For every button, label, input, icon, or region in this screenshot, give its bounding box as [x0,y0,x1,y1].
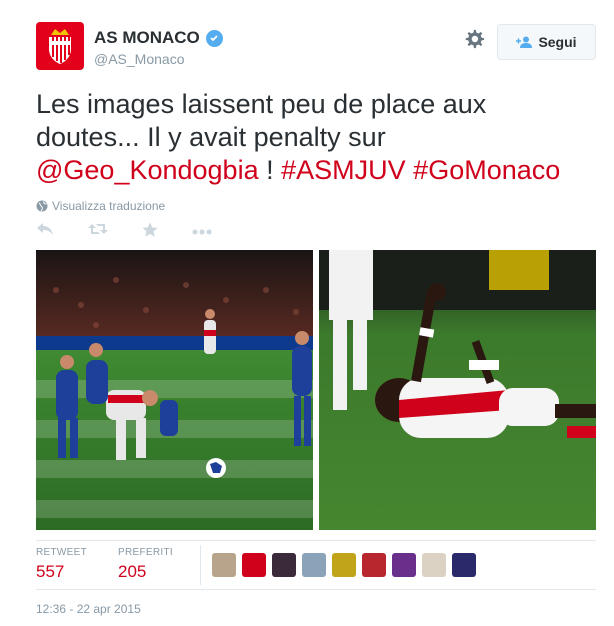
globe-icon [36,200,48,212]
retweet-count: 557 [36,562,65,581]
hashtag-link-asmjuv[interactable]: #ASMJUV [281,155,406,185]
avatar[interactable] [452,553,476,577]
translate-link[interactable]: Visualizza traduzione [36,199,165,213]
translate-label: Visualizza traduzione [52,199,166,213]
follow-person-icon [516,36,533,48]
favorite-icon[interactable] [142,222,164,242]
tweet-text-line-3: @Geo_Kondogbia ! #ASMJUV #GoMonaco [36,154,596,187]
tweet-text-line-2: doutes... Il y avait penalty sur [36,122,386,152]
account-handle[interactable]: @AS_Monaco [94,51,223,67]
favorite-stat[interactable]: PREFERITI 205 [118,547,173,582]
retweet-stat[interactable]: RETWEET 557 [36,547,87,582]
favorite-label: PREFERITI [118,547,173,558]
avatar[interactable] [212,553,236,577]
account-name[interactable]: AS MONACO [94,28,200,48]
follow-label: Segui [538,34,577,50]
monaco-crest-icon [49,29,71,64]
avatar[interactable] [422,553,446,577]
gear-icon[interactable] [463,28,487,52]
avatar[interactable] [302,553,326,577]
mention-link[interactable]: @Geo_Kondogbia [36,155,259,185]
account-avatar[interactable] [36,22,84,70]
retweet-label: RETWEET [36,547,87,558]
reply-icon[interactable] [36,222,58,242]
favorite-count: 205 [118,562,147,581]
avatar[interactable] [392,553,416,577]
avatar[interactable] [362,553,386,577]
avatar[interactable] [332,553,356,577]
photo-match-action[interactable] [36,250,313,530]
account-fullname[interactable]: AS MONACO [94,28,223,48]
tweet-punctuation: ! [258,155,282,185]
follow-button[interactable]: Segui [497,24,596,60]
hashtag-link-gomonaco[interactable]: #GoMonaco [413,155,560,185]
tweet-text-line-1: Les images laissent peu de place aux [36,89,487,119]
stats-divider [200,545,201,585]
more-icon[interactable] [192,222,214,242]
tweet-media [36,250,596,530]
tweet-stats: RETWEET 557 PREFERITI 205 [36,540,596,590]
tweet-header: AS MONACO @AS_Monaco Segui [36,22,596,74]
photo-player-on-ground[interactable] [319,250,596,530]
account-name-block: AS MONACO @AS_Monaco [94,28,223,67]
avatar[interactable] [272,553,296,577]
tweet-text: Les images laissent peu de place aux dou… [36,88,596,187]
favoriter-avatars [212,553,476,577]
tweet-timestamp[interactable]: 12:36 - 22 apr 2015 [36,602,141,616]
retweet-icon[interactable] [88,222,110,242]
verified-icon [205,29,223,47]
avatar[interactable] [242,553,266,577]
